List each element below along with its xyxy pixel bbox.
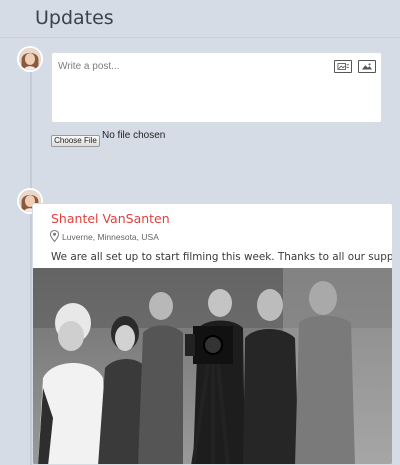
- avatar-image: [19, 48, 41, 70]
- post-author-name[interactable]: Shantel VanSanten: [51, 211, 170, 226]
- location-pin-icon: [50, 230, 59, 242]
- post-card: Shantel VanSanten Luverne, Minnesota, US…: [32, 203, 393, 465]
- post-input[interactable]: [52, 53, 381, 122]
- photo-album-icon[interactable]: [334, 60, 352, 73]
- page-title: Updates: [35, 7, 114, 29]
- location-text: Luverne, Minnesota, USA: [62, 232, 159, 242]
- choose-file-button[interactable]: Choose File: [51, 135, 100, 147]
- post-photo[interactable]: [33, 268, 392, 464]
- avatar[interactable]: [17, 46, 43, 72]
- page-header: Updates: [0, 0, 400, 38]
- file-status-text: No file chosen: [102, 130, 166, 141]
- post-composer: [51, 52, 382, 123]
- post-body-text: We are all set up to start filming this …: [51, 251, 393, 263]
- image-add-icon[interactable]: [358, 60, 376, 73]
